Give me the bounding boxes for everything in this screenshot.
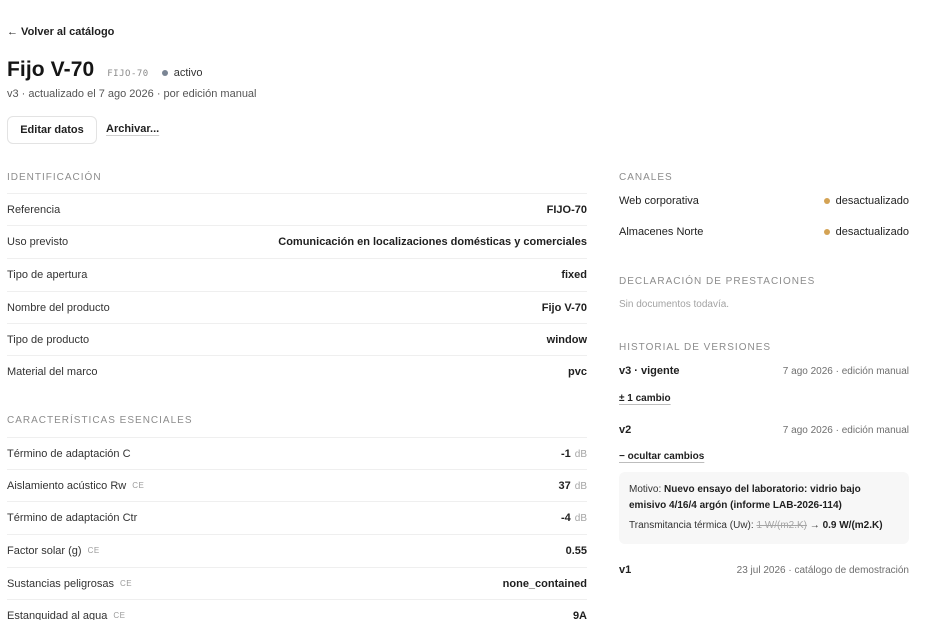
declaration-empty-text: Sin documentos todavía. [619, 299, 730, 310]
new-value: 0.9 W/(m2.K) [822, 520, 883, 531]
characteristics-section-title: CARACTERÍSTICAS ESENCIALES [7, 415, 193, 426]
version-label: v2 [619, 424, 632, 436]
row-label: Sustancias peligrosas CE [7, 577, 133, 590]
row-value: 0.55 [565, 544, 587, 557]
channel-row: Almacenes Norte desactualizado [619, 226, 909, 238]
row-label: Término de adaptación C [7, 447, 131, 460]
table-row: Factor solar (g) CE 0.55 [7, 534, 587, 566]
ce-tag: CE [132, 481, 145, 490]
version-row-v2: v2 7 ago 2026 · edición manual [619, 424, 909, 436]
row-value: Comunicación en localizaciones doméstica… [278, 235, 587, 248]
table-row: Término de adaptación C -1 dB [7, 437, 587, 469]
row-value: 9A [572, 609, 587, 620]
row-label: Término de adaptación Ctr [7, 511, 138, 524]
row-value: Fijo V-70 [541, 301, 587, 314]
version-toggle-row: ± 1 cambio [619, 393, 909, 404]
table-row: Referencia FIJO-70 [7, 193, 587, 225]
table-row: Tipo de producto window [7, 323, 587, 355]
hide-changes-toggle[interactable]: − ocultar cambios [619, 451, 704, 462]
arrow-icon: → [809, 520, 820, 531]
change-reason: Motivo: Nuevo ensayo del laboratorio: vi… [629, 484, 861, 511]
show-changes-toggle[interactable]: ± 1 cambio [619, 393, 671, 404]
ce-tag: CE [87, 546, 100, 555]
status-dot-icon [823, 198, 830, 204]
table-row: Estanquidad al agua CE 9A [7, 599, 587, 620]
channels-section-title: CANALES [619, 172, 673, 183]
status-badge: activo [161, 67, 203, 79]
row-value: none_contained [502, 577, 587, 590]
row-value: FIJO-70 [546, 203, 587, 216]
version-toggle-row: − ocultar cambios [619, 451, 909, 462]
row-label: Factor solar (g) CE [7, 544, 100, 557]
title-row: Fijo V-70 FIJO-70 activo [7, 58, 202, 82]
status-dot-icon [161, 70, 168, 76]
row-label: Nombre del producto [7, 301, 110, 314]
edit-data-button[interactable]: Editar datos [7, 116, 97, 144]
row-label: Aislamiento acústico Rw CE [7, 479, 145, 492]
table-row: Tipo de apertura fixed [7, 258, 587, 290]
table-row: Material del marco pvc [7, 355, 587, 387]
version-meta: 23 jul 2026 · catálogo de demostración [736, 564, 909, 576]
right-column: CANALES Web corporativa desactualizado A… [619, 0, 909, 620]
history-section-title: HISTORIAL DE VERSIONES [619, 342, 772, 353]
version-label: v1 [619, 564, 632, 576]
row-value: pvc [568, 365, 587, 378]
channel-row: Web corporativa desactualizado [619, 195, 909, 207]
change-line: Transmitancia térmica (Uw): 1 W/(m2.K) →… [629, 520, 883, 531]
status-dot-icon [823, 229, 830, 235]
channel-name: Web corporativa [619, 195, 699, 207]
channel-status: desactualizado [823, 195, 909, 207]
row-label: Estanquidad al agua CE [7, 609, 126, 620]
archive-button[interactable]: Archivar... [106, 123, 159, 135]
row-value: 37 dB [558, 479, 587, 492]
channel-status: desactualizado [823, 226, 909, 238]
page-title: Fijo V-70 [7, 58, 95, 81]
unit-label: dB [574, 480, 587, 492]
version-meta: 7 ago 2026 · edición manual [782, 424, 909, 436]
row-label: Referencia [7, 203, 61, 216]
version-meta: 7 ago 2026 · edición manual [782, 365, 909, 377]
table-row: Sustancias peligrosas CE none_contained [7, 567, 587, 599]
back-to-catalog-link[interactable]: ← Volver al catálogo [7, 26, 114, 38]
version-row-v1: v1 23 jul 2026 · catálogo de demostració… [619, 564, 909, 576]
version-row-v3: v3 · vigente 7 ago 2026 · edición manual [619, 365, 909, 377]
row-label: Tipo de producto [7, 333, 90, 346]
unit-label: dB [574, 448, 587, 460]
version-subtitle: v3 · actualizado el 7 ago 2026 · por edi… [7, 88, 257, 100]
product-code: FIJO-70 [107, 69, 149, 79]
ce-tag: CE [113, 611, 126, 620]
change-details-box: Motivo: Nuevo ensayo del laboratorio: vi… [619, 472, 909, 544]
row-value: window [546, 333, 587, 346]
channel-name: Almacenes Norte [619, 226, 704, 238]
old-value: 1 W/(m2.K) [756, 520, 807, 531]
status-label: activo [173, 67, 203, 79]
table-row: Aislamiento acústico Rw CE 37 dB [7, 469, 587, 501]
row-label: Tipo de apertura [7, 268, 88, 281]
row-value: fixed [561, 268, 587, 281]
table-row: Nombre del producto Fijo V-70 [7, 291, 587, 323]
row-label: Material del marco [7, 365, 98, 378]
unit-label: dB [574, 512, 587, 524]
row-value: -4 dB [560, 511, 587, 524]
table-row: Uso previsto Comunicación en localizacio… [7, 225, 587, 257]
row-value: -1 dB [560, 447, 587, 460]
identification-section-title: IDENTIFICACIÓN [7, 172, 102, 183]
declaration-section-title: DECLARACIÓN DE PRESTACIONES [619, 276, 816, 287]
table-row: Término de adaptación Ctr -4 dB [7, 501, 587, 533]
ce-tag: CE [120, 579, 133, 588]
version-label: v3 · vigente [619, 365, 680, 377]
row-label: Uso previsto [7, 235, 69, 248]
